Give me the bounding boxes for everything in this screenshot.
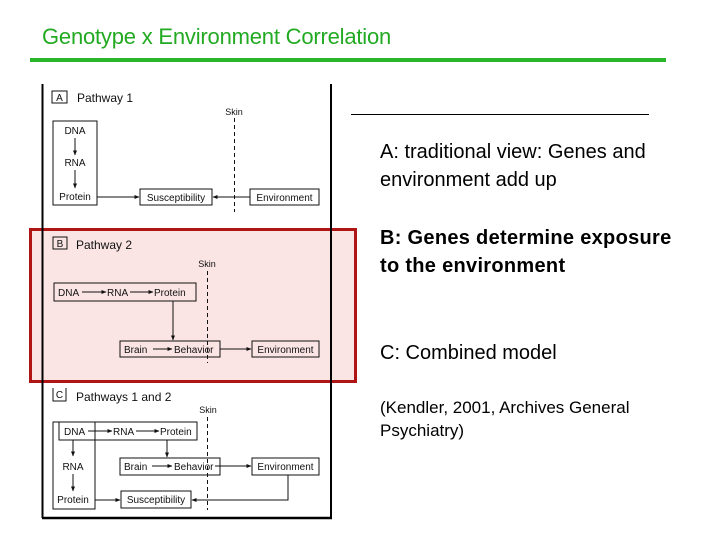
panel-c-node-behavior: Behavior (174, 462, 214, 473)
panel-b-node-protein: Protein (154, 288, 186, 299)
panel-a-skin-label: Skin (225, 107, 243, 117)
panel-c-skin-label: Skin (199, 405, 217, 415)
panel-c: C Pathways 1 and 2 Skin DNA RNA Protein … (52, 388, 320, 510)
panel-b-node-environment: Environment (257, 345, 313, 356)
caption-a: A: traditional view: Genes and environme… (380, 141, 646, 191)
citation: (Kendler, 2001, Archives General Psychia… (380, 398, 630, 440)
panel-b-node-dna: DNA (58, 288, 79, 299)
caption-c: C: Combined model (380, 342, 557, 364)
panel-a-node-protein: Protein (59, 192, 91, 203)
panel-b: B Pathway 2 Skin DNA RNA Protein Brain B… (52, 236, 320, 363)
panel-c-node-protein-horizontal: Protein (160, 427, 192, 438)
caption-divider (351, 114, 649, 115)
panel-c-node-susceptibility: Susceptibility (127, 495, 185, 506)
panel-c-node-rna-horizontal: RNA (113, 427, 134, 438)
panel-b-heading: Pathway 2 (76, 238, 132, 252)
panel-a-node-dna: DNA (64, 126, 85, 137)
panel-c-node-dna: DNA (64, 427, 85, 438)
panel-a-node-susceptibility: Susceptibility (147, 193, 205, 204)
panel-a-node-environment: Environment (256, 193, 312, 204)
panel-b-letter: B (57, 239, 64, 250)
panel-a-heading: Pathway 1 (77, 91, 133, 105)
panel-c-heading: Pathways 1 and 2 (76, 390, 172, 404)
panel-c-node-rna-vertical: RNA (62, 462, 83, 473)
panel-c-node-environment: Environment (257, 462, 313, 473)
panel-b-skin-label: Skin (198, 259, 216, 269)
panel-b-node-behavior: Behavior (174, 345, 214, 356)
panel-b-node-rna: RNA (107, 288, 128, 299)
panel-c-node-brain: Brain (124, 462, 147, 473)
panel-c-letter: C (56, 390, 63, 401)
panel-a-node-rna: RNA (64, 158, 85, 169)
panel-a: A Pathway 1 Skin DNA RNA Protein Suscept… (51, 90, 320, 212)
panel-c-node-protein-vertical: Protein (57, 495, 89, 506)
caption-b: B: Genes determine exposure to the envir… (380, 227, 672, 277)
panel-b-node-brain: Brain (124, 345, 147, 356)
panel-a-letter: A (56, 93, 63, 104)
arrow-environment-susceptibility (191, 475, 289, 502)
